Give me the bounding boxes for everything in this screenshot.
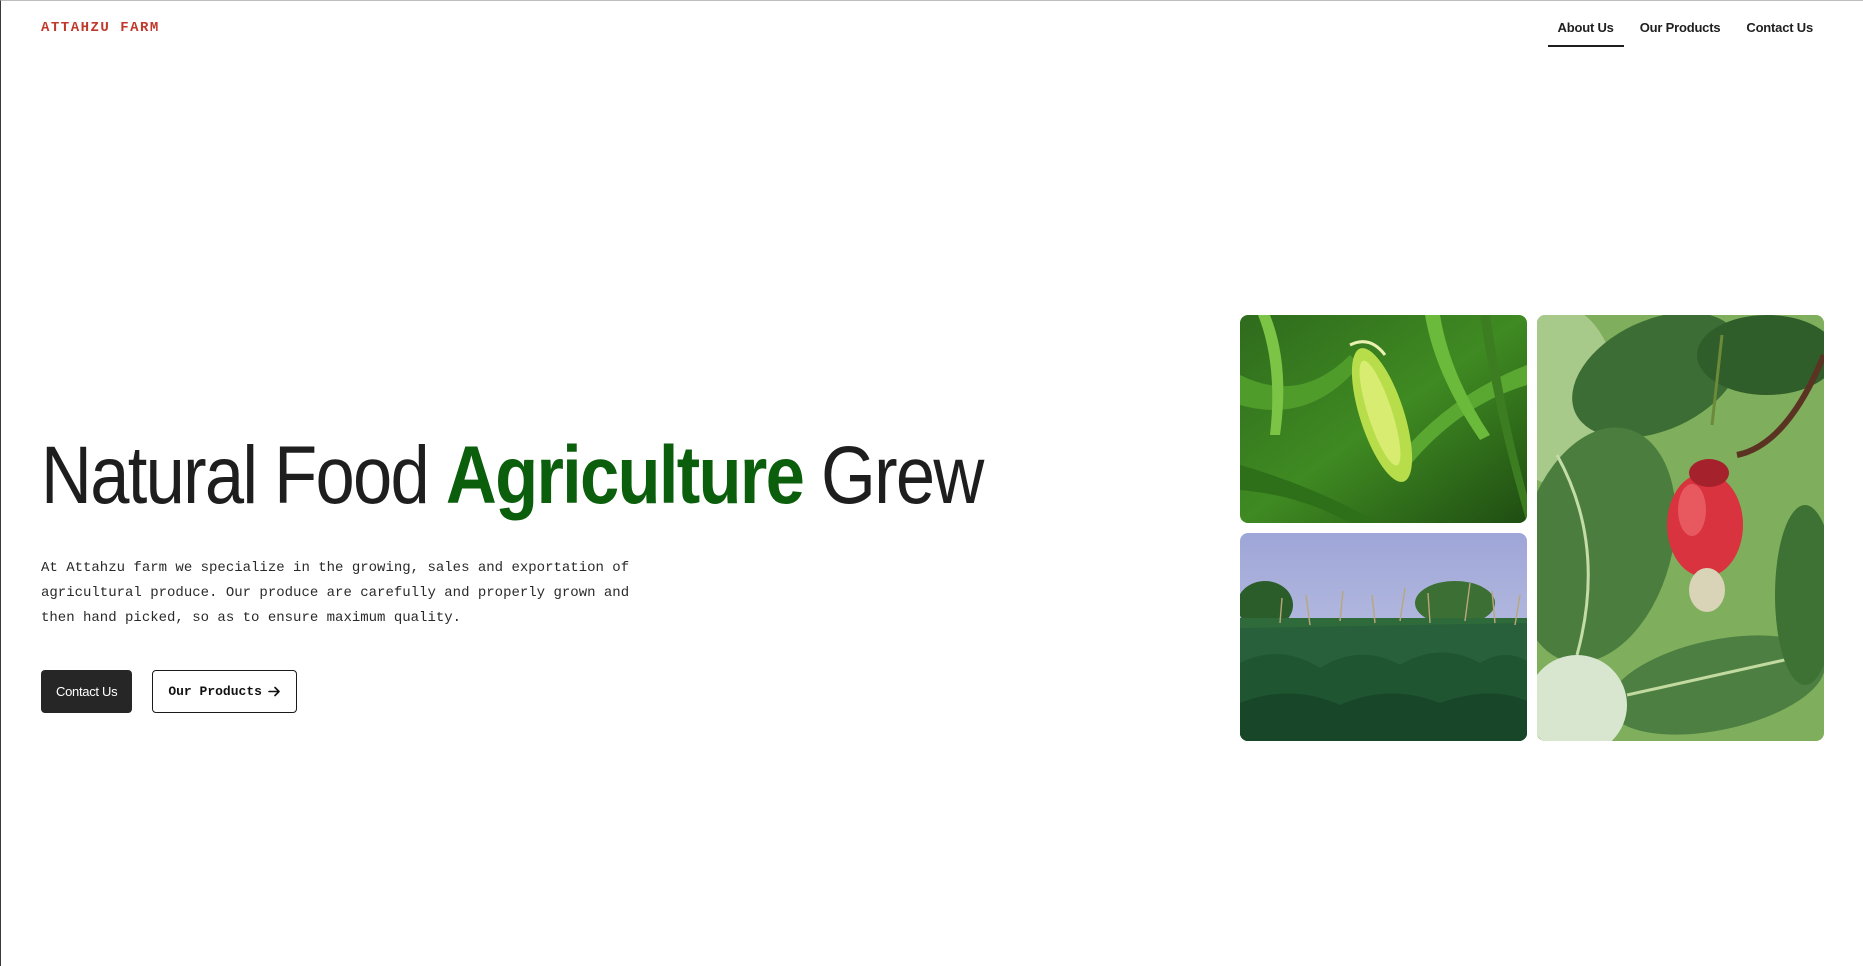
hero-description: At Attahzu farm we specialize in the gro… [41,560,630,626]
nav-about-us[interactable]: About Us [1547,18,1624,47]
hero-actions: Contact Us Our Products [41,670,297,713]
arrow-right-icon [268,685,281,698]
corn-ear-photo [1240,315,1527,523]
corn-field-photo [1240,533,1527,741]
hero-title-part3: Grew [803,430,984,521]
hero-title: Natural Food Agriculture Grew [41,426,984,526]
nav-contact-us[interactable]: Contact Us [1736,18,1823,47]
our-products-button-label: Our Products [168,684,262,699]
our-products-button[interactable]: Our Products [152,670,297,713]
nav-our-products[interactable]: Our Products [1630,18,1731,47]
landing-page: ATTAHZU FARM About Us Our Products Conta… [0,0,1863,966]
hero-title-part1: Natural Food [41,430,446,521]
contact-us-button[interactable]: Contact Us [41,670,133,713]
cashew-fruit-photo [1537,315,1824,741]
main-nav: About Us Our Products Contact Us [1542,18,1823,47]
brand-logo[interactable]: ATTAHZU FARM [41,20,160,36]
hero-title-accent: Agriculture [445,430,805,521]
